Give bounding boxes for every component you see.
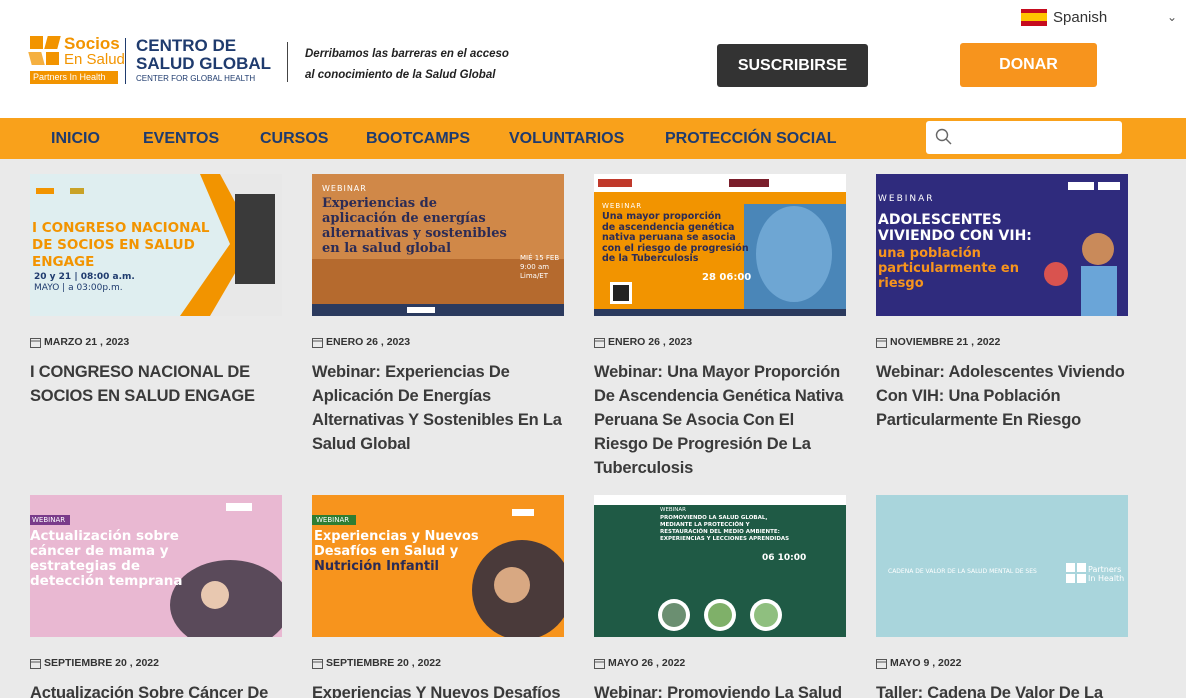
spain-flag-icon xyxy=(1021,8,1047,26)
event-date-text: MAYO 26 , 2022 xyxy=(608,657,686,669)
event-thumbnail[interactable]: WEBINAR ADOLESCENTES VIVIENDO CON VIH: u… xyxy=(876,174,1128,316)
event-date: NOVIEMBRE 21 , 2022 xyxy=(876,336,1128,348)
event-thumbnail[interactable]: WEBINAR Una mayor proporción de ascenden… xyxy=(594,174,846,316)
event-date-text: MARZO 21 , 2023 xyxy=(44,336,130,348)
site-tagline: Derribamos las barreras en el acceso al … xyxy=(305,44,509,86)
event-card[interactable]: CADENA DE VALOR DE LA SALUD MENTAL DE SE… xyxy=(876,495,1128,698)
thumbnail-headline: Una mayor proporción de ascendencia gené… xyxy=(602,211,749,264)
calendar-icon xyxy=(312,658,323,669)
event-date-text: ENERO 26 , 2023 xyxy=(326,336,411,348)
event-thumbnail[interactable]: WEBINAR PROMOVIENDO LA SALUD GLOBAL, MED… xyxy=(594,495,846,637)
event-card[interactable]: WEBINAR Actualización sobre cáncer de ma… xyxy=(30,495,282,698)
thumbnail-tag: WEBINAR xyxy=(878,194,935,204)
thumbnail-schedule: 20 y 21 | 08:00 a.m. MAYO | a 03:00p.m. xyxy=(34,272,135,293)
event-title[interactable]: Webinar: Promoviendo La Salud xyxy=(594,681,846,698)
nav-item-voluntarios[interactable]: VOLUNTARIOS xyxy=(509,118,624,159)
thumbnail-tag: WEBINAR xyxy=(322,184,367,193)
event-date: MAYO 9 , 2022 xyxy=(876,657,1128,669)
event-card[interactable]: WEBINAR Experiencias de aplicación de en… xyxy=(312,174,564,456)
calendar-icon xyxy=(594,658,605,669)
event-title[interactable]: Actualización Sobre Cáncer De xyxy=(30,681,282,698)
event-thumbnail[interactable]: CADENA DE VALOR DE LA SALUD MENTAL DE SE… xyxy=(876,495,1128,637)
thumbnail-schedule: 28 06:00 xyxy=(702,272,752,283)
event-card[interactable]: WEBINAR Una mayor proporción de ascenden… xyxy=(594,174,846,480)
thumbnail-headline: PROMOVIENDO LA SALUD GLOBAL, MEDIANTE LA… xyxy=(660,515,790,542)
event-card[interactable]: I CONGRESO NACIONAL DE SOCIOS EN SALUD E… xyxy=(30,174,282,408)
thumbnail-tag: WEBINAR xyxy=(316,516,350,524)
language-selector[interactable]: Spanish ⌄ xyxy=(1017,4,1181,30)
thumbnail-headline: CADENA DE VALOR DE LA SALUD MENTAL DE SE… xyxy=(888,568,1037,575)
calendar-icon xyxy=(30,337,41,348)
thumbnail-tag: WEBINAR xyxy=(32,516,66,524)
donate-button[interactable]: DONAR xyxy=(960,43,1097,87)
site-header: Spanish ⌄ Socios En Salud Partners In He… xyxy=(0,0,1186,118)
nav-item-inicio[interactable]: INICIO xyxy=(51,118,100,159)
search-input[interactable] xyxy=(926,121,1122,154)
event-title[interactable]: Webinar: Una Mayor Proporción De Ascende… xyxy=(594,360,846,480)
pih-logo-icon xyxy=(1066,563,1086,583)
thumbnail-tag: WEBINAR xyxy=(660,507,687,513)
subscribe-button[interactable]: SUSCRIBIRSE xyxy=(717,44,868,87)
nav-item-cursos[interactable]: CURSOS xyxy=(260,118,328,159)
event-date-text: MAYO 9 , 2022 xyxy=(890,657,962,669)
logo-ensalud-text: En Salud xyxy=(64,51,125,68)
calendar-icon xyxy=(876,337,887,348)
event-date: ENERO 26 , 2023 xyxy=(312,336,564,348)
tagline-line2: al conocimiento de la Salud Global xyxy=(305,69,496,81)
event-date-text: NOVIEMBRE 21 , 2022 xyxy=(890,336,1001,348)
calendar-icon xyxy=(876,658,887,669)
thumbnail-tag: WEBINAR xyxy=(602,202,643,210)
logo-center-en: CENTER FOR GLOBAL HEALTH xyxy=(136,74,256,83)
search-icon xyxy=(935,128,952,145)
event-date: SEPTIEMBRE 20 , 2022 xyxy=(312,657,564,669)
event-title[interactable]: Taller: Cadena De Valor De La xyxy=(876,681,1128,698)
thumbnail-headline: I CONGRESO NACIONAL DE SOCIOS EN SALUD E… xyxy=(32,220,210,270)
logo-socios-text: Socios xyxy=(64,34,120,53)
event-thumbnail[interactable]: WEBINAR Experiencias de aplicación de en… xyxy=(312,174,564,316)
site-logo[interactable]: Socios En Salud Partners In Health xyxy=(28,34,125,84)
event-thumbnail[interactable]: I CONGRESO NACIONAL DE SOCIOS EN SALUD E… xyxy=(30,174,282,316)
event-card[interactable]: WEBINAR ADOLESCENTES VIVIENDO CON VIH: u… xyxy=(876,174,1128,432)
logo-centro[interactable]: CENTRO DE SALUD GLOBAL xyxy=(136,37,271,73)
thumbnail-brand: Partners In Health xyxy=(1088,565,1125,583)
logo-centro-line2: SALUD GLOBAL xyxy=(136,54,272,73)
nav-item-proteccion-social[interactable]: PROTECCIÓN SOCIAL xyxy=(665,118,837,159)
event-date: MARZO 21 , 2023 xyxy=(30,336,282,348)
logo-divider xyxy=(125,38,126,84)
event-date-text: ENERO 26 , 2023 xyxy=(608,336,693,348)
language-label: Spanish xyxy=(1053,8,1108,26)
event-date: MAYO 26 , 2022 xyxy=(594,657,846,669)
logo-centro-line1: CENTRO DE xyxy=(136,36,237,55)
calendar-icon xyxy=(312,337,323,348)
socios-logo-icon xyxy=(28,36,61,66)
event-title[interactable]: Webinar: Adolescentes Viviendo Con VIH: … xyxy=(876,360,1128,432)
nav-item-eventos[interactable]: EVENTOS xyxy=(143,118,219,159)
event-title[interactable]: I CONGRESO NACIONAL DE SOCIOS EN SALUD E… xyxy=(30,360,282,408)
event-card[interactable]: WEBINAR Experiencias y Nuevos Desafíos e… xyxy=(312,495,564,698)
thumbnail-headline: Actualización sobre cáncer de mama y est… xyxy=(30,528,183,589)
calendar-icon xyxy=(30,658,41,669)
event-date-text: SEPTIEMBRE 20 , 2022 xyxy=(44,657,159,669)
event-title[interactable]: Experiencias Y Nuevos Desafíos En xyxy=(312,681,564,698)
event-card[interactable]: WEBINAR PROMOVIENDO LA SALUD GLOBAL, MED… xyxy=(594,495,846,698)
calendar-icon xyxy=(594,337,605,348)
logo-partners-text: Partners In Health xyxy=(30,71,118,84)
event-title[interactable]: Webinar: Experiencias De Aplicación De E… xyxy=(312,360,564,456)
event-thumbnail[interactable]: WEBINAR Actualización sobre cáncer de ma… xyxy=(30,495,282,637)
event-thumbnail[interactable]: WEBINAR Experiencias y Nuevos Desafíos e… xyxy=(312,495,564,637)
thumbnail-schedule: MIÉ 15 FEB 9:00 am Lima/ET xyxy=(520,254,560,280)
thumbnail-headline: ADOLESCENTES VIVIENDO CON VIH: xyxy=(878,212,1032,244)
tagline-line1: Derribamos las barreras en el acceso xyxy=(305,48,509,60)
event-date: ENERO 26 , 2023 xyxy=(594,336,846,348)
chevron-down-icon: ⌄ xyxy=(1166,10,1177,24)
thumbnail-headline: Experiencias de aplicación de energías a… xyxy=(322,196,507,256)
nav-item-bootcamps[interactable]: BOOTCAMPS xyxy=(366,118,470,159)
thumbnail-headline: Experiencias y Nuevos Desafíos en Salud … xyxy=(314,529,479,574)
event-date: SEPTIEMBRE 20 , 2022 xyxy=(30,657,282,669)
thumbnail-schedule: 06 10:00 xyxy=(762,553,807,563)
header-divider xyxy=(287,42,288,82)
thumbnail-subheadline: una población particularmente en riesgo xyxy=(878,246,1020,291)
event-date-text: SEPTIEMBRE 20 , 2022 xyxy=(326,657,441,669)
